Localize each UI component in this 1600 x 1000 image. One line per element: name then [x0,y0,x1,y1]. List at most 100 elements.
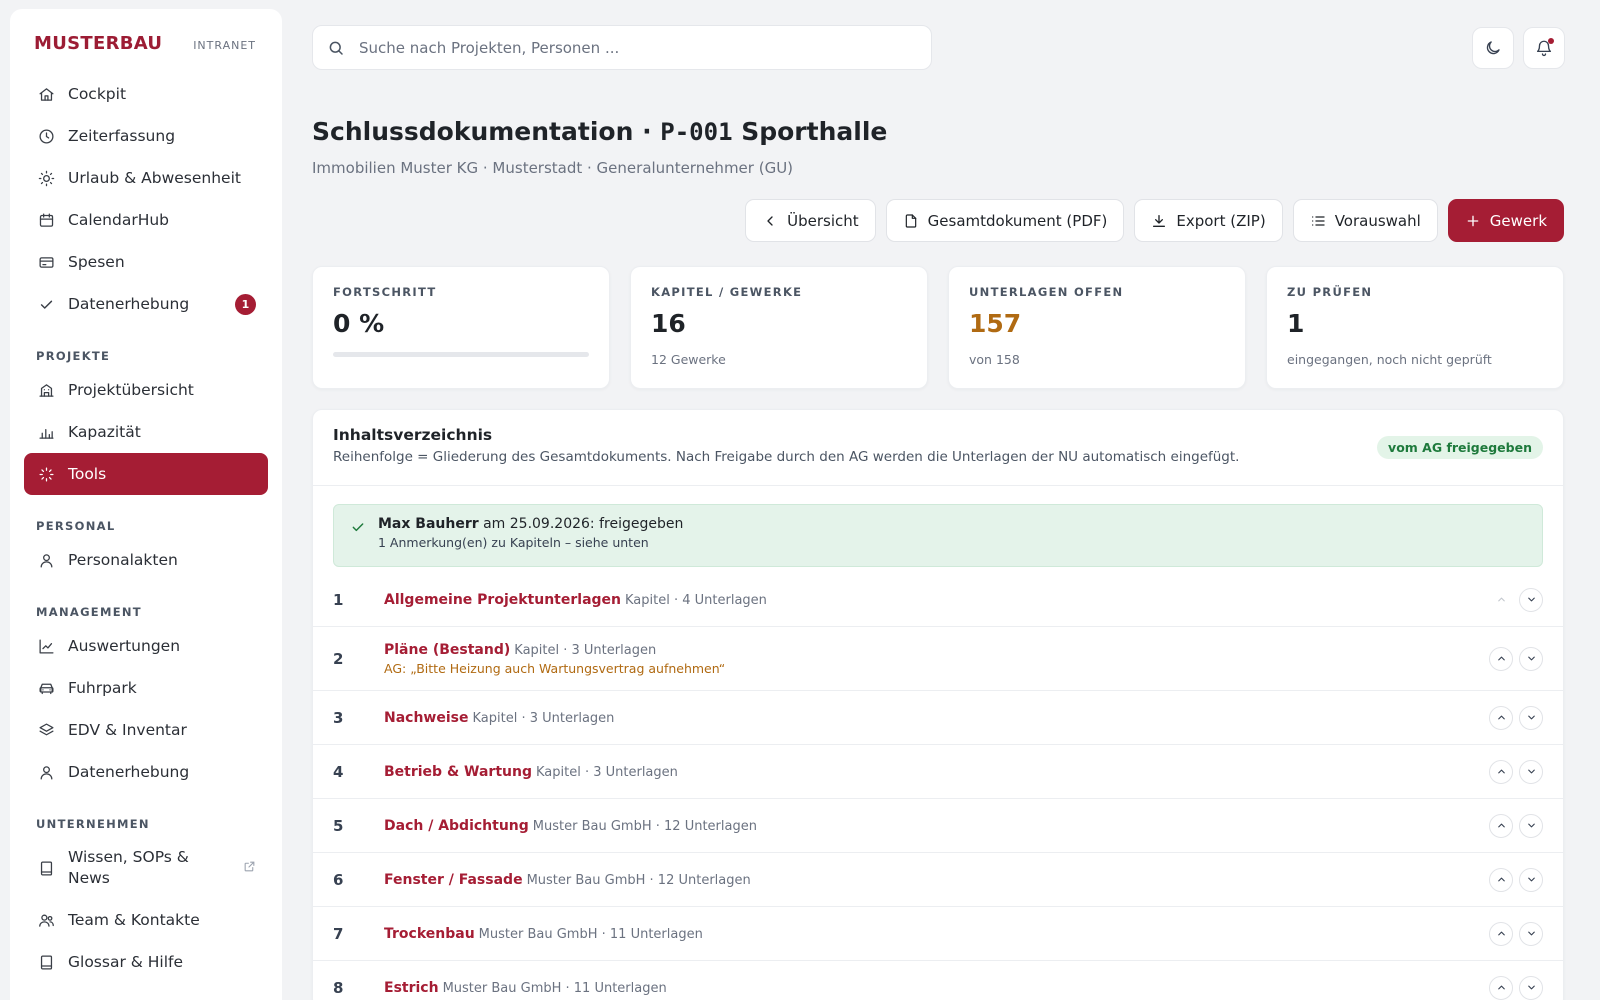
toc-row[interactable]: 6 Fenster / Fassade Muster Bau GmbH · 12 U… [313,853,1563,907]
search-input[interactable] [359,38,917,57]
toc-row-body: Dach / Abdichtung Muster Bau GmbH · 12 Un… [384,818,1489,834]
overview-button[interactable]: Übersicht [745,199,876,242]
toc-row[interactable]: 8 Estrich Muster Bau GmbH · 11 Unterlagen [313,961,1563,1000]
stat-label: KAPITEL / GEWERKE [651,285,803,299]
notifications-button[interactable] [1523,27,1565,69]
sidebar-item-urlaub[interactable]: Urlaub & Abwesenheit [24,157,268,199]
move-up-button[interactable] [1489,705,1513,730]
move-up-button[interactable] [1489,587,1513,612]
chevron-down-icon [1526,928,1537,939]
move-down-button[interactable] [1519,921,1543,946]
sidebar-item-label: Spesen [68,253,125,271]
move-up-button[interactable] [1489,759,1513,784]
preselect-button[interactable]: Vorauswahl [1292,199,1438,242]
move-up-button[interactable] [1489,921,1513,946]
sidebar-item-zeiterfassung[interactable]: Zeiterfassung [24,115,268,157]
button-label: Gewerk [1489,211,1547,230]
chevron-up-icon [1496,928,1507,939]
chevron-down-icon [1526,766,1537,777]
sidebar-item-cockpit[interactable]: Cockpit [24,73,268,115]
sidebar-item-label: Datenerhebung [68,295,190,313]
stat-value: 0 % [333,309,385,338]
sidebar-item-datenerhebung[interactable]: Datenerhebung 1 [24,283,268,325]
toc-row-meta: Muster Bau GmbH · 12 Unterlagen [526,872,751,888]
chevron-down-icon [1526,982,1537,993]
toc-row-main: Nachweise Kapitel · 3 Unterlagen [384,710,1489,726]
toc-row-title[interactable]: Dach / Abdichtung [384,818,529,834]
sidebar-item-label: Zeiterfassung [68,127,176,145]
move-down-button[interactable] [1519,705,1543,730]
toc-row-number: 1 [333,590,344,609]
move-up-button[interactable] [1489,813,1513,838]
sidebar-item-kapazitaet[interactable]: Kapazität [24,411,268,453]
move-down-button[interactable] [1519,975,1543,1000]
section-label-management: MANAGEMENT [36,605,142,619]
toc-row-title[interactable]: Nachweise [384,710,469,726]
toc-row[interactable]: 4 Betrieb & Wartung Kapitel · 3 Unterlagen [313,745,1563,799]
sidebar-item-personalakten[interactable]: Personalakten [24,539,268,581]
search-icon [327,39,345,57]
move-down-button[interactable] [1519,759,1543,784]
export-zip-button[interactable]: Export (ZIP) [1134,199,1283,242]
sidebar-item-team[interactable]: Team & Kontakte [24,899,268,941]
page-title: Schlussdokumentation · P-001 Sporthalle [312,117,887,146]
toc-row[interactable]: 3 Nachweise Kapitel · 3 Unterlagen [313,691,1563,745]
toc-row-title[interactable]: Allgemeine Projektunterlagen [384,592,621,608]
sidebar-nav-personal: Personalakten [24,539,268,581]
brand-tag: INTRANET [193,39,256,52]
toc-row[interactable]: 5 Dach / Abdichtung Muster Bau GmbH · 12 U… [313,799,1563,853]
move-up-button[interactable] [1489,646,1513,671]
home-icon [36,84,56,104]
toc-row[interactable]: 7 Trockenbau Muster Bau GmbH · 11 Unterlag… [313,907,1563,961]
sidebar-item-label: Personalakten [68,551,178,569]
move-down-button[interactable] [1519,587,1543,612]
sidebar-item-spesen[interactable]: Spesen [24,241,268,283]
toc-row-title[interactable]: Fenster / Fassade [384,872,523,888]
toc-row-body: Trockenbau Muster Bau GmbH · 11 Unterlage… [384,926,1489,942]
approver-name: Max Bauherr [378,516,479,532]
toc-row-number: 6 [333,870,344,889]
sidebar-item-datenerhebung-mgmt[interactable]: Datenerhebung [24,751,268,793]
sidebar-item-glossar[interactable]: Glossar & Hilfe [24,941,268,983]
toc-row-title[interactable]: Trockenbau [384,926,475,942]
sidebar-item-calendarhub[interactable]: CalendarHub [24,199,268,241]
toc-row-meta: Kapitel · 3 Unterlagen [535,764,678,780]
stat-card-chapters: KAPITEL / GEWERKE 16 12 Gewerke [630,266,928,389]
sidebar-item-auswertungen[interactable]: Auswertungen [24,625,268,667]
button-label: Vorauswahl [1334,211,1421,230]
chevron-left-icon [762,213,778,229]
sidebar-item-label: Tools [68,465,107,483]
add-gewerk-button[interactable]: Gewerk [1447,199,1564,242]
stats-row: FORTSCHRITT 0 % KAPITEL / GEWERKE 16 12 … [312,266,1564,389]
theme-toggle-button[interactable] [1472,27,1514,69]
sidebar-item-tools[interactable]: Tools [24,453,268,495]
move-up-button[interactable] [1489,867,1513,892]
brand[interactable]: MUSTERBAU INTRANET [24,33,268,63]
chevron-up-icon [1496,766,1507,777]
sidebar-item-wissen[interactable]: Wissen, SOPs & News [24,837,268,899]
user-icon [36,762,56,782]
notification-dot [1548,38,1554,44]
toc-row[interactable]: 1 Allgemeine Projektunterlagen Kapitel · 4… [313,573,1563,627]
toc-title: Inhaltsverzeichnis [333,426,493,444]
toc-row-title[interactable]: Pläne (Bestand) [384,642,510,658]
move-down-button[interactable] [1519,867,1543,892]
toc-row-title[interactable]: Estrich [384,980,439,996]
toc-row-title[interactable]: Betrieb & Wartung [384,764,532,780]
move-down-button[interactable] [1519,813,1543,838]
toc-row-body: Fenster / Fassade Muster Bau GmbH · 12 Un… [384,872,1489,888]
move-up-button[interactable] [1489,975,1513,1000]
approval-notice: Max Bauherr am 25.09.2026: freigegeben 1… [333,504,1543,567]
sidebar-item-edv-inventar[interactable]: EDV & Inventar [24,709,268,751]
project-code: P-001 [660,118,733,146]
button-label: Übersicht [787,211,859,230]
search-bar[interactable] [312,25,932,70]
building-icon [36,380,56,400]
move-down-button[interactable] [1519,646,1543,671]
sidebar-item-projektuebersicht[interactable]: Projektübersicht [24,369,268,411]
sidebar-item-fuhrpark[interactable]: Fuhrpark [24,667,268,709]
toc-row[interactable]: 2 Pläne (Bestand) Kapitel · 3 Unterlagen AG… [313,627,1563,691]
pdf-button[interactable]: Gesamtdokument (PDF) [885,199,1125,242]
button-label: Gesamtdokument (PDF) [927,211,1108,230]
chevron-down-icon [1526,820,1537,831]
